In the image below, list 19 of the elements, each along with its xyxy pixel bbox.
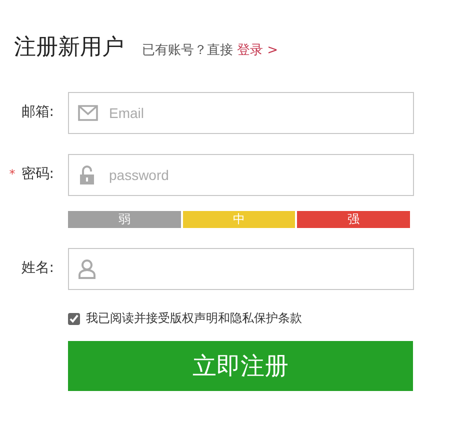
padlock-icon xyxy=(78,164,96,186)
field-label: 密码: xyxy=(21,166,54,182)
input-field[interactable]: Email xyxy=(68,92,414,134)
agreement-text: 我已阅读并接受版权声明和隐私保护条款 xyxy=(86,310,302,327)
user-icon xyxy=(78,259,96,279)
envelope-icon xyxy=(78,105,98,121)
login-link[interactable]: 登录 > xyxy=(237,41,278,59)
login-prompt: 已有账号？直接 xyxy=(142,42,233,59)
strength-segment: 弱 xyxy=(68,211,181,228)
strength-segment: 中 xyxy=(182,211,296,228)
page-title: 注册新用户 xyxy=(14,34,124,62)
field-label: 姓名: xyxy=(21,260,54,276)
required-mark: * xyxy=(9,167,16,181)
input-field[interactable]: password xyxy=(68,154,414,196)
strength-segment: 强 xyxy=(297,211,410,228)
register-button[interactable]: 立即注册 xyxy=(68,341,413,391)
input-field[interactable] xyxy=(68,248,414,290)
field-label: 邮箱: xyxy=(21,104,54,120)
agreement-checkbox[interactable] xyxy=(68,312,80,324)
